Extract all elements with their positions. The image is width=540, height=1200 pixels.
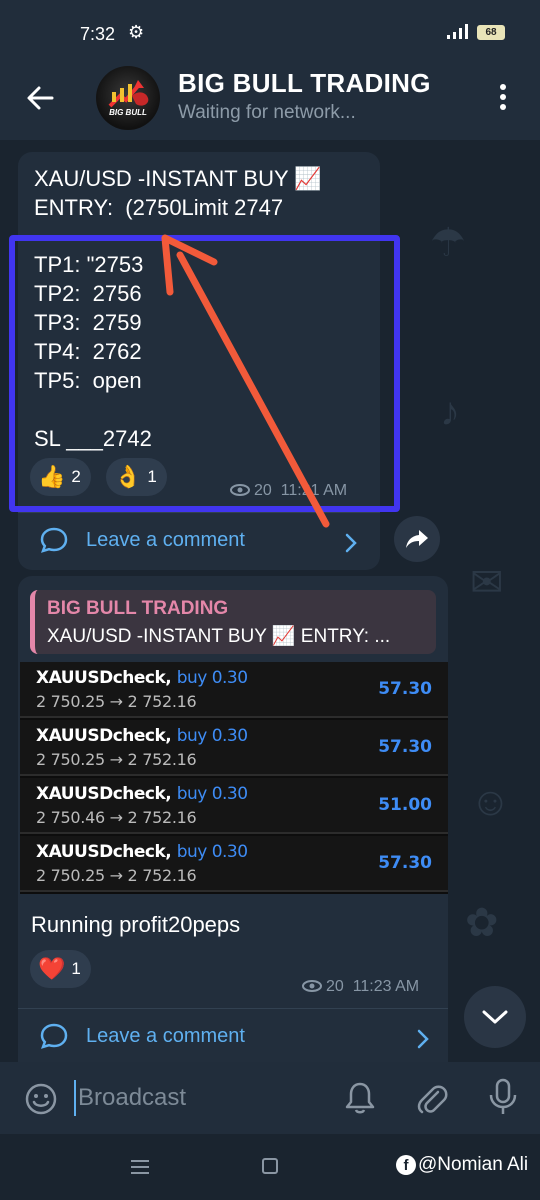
divider	[18, 1008, 448, 1009]
trade-prices: 2 750.46 → 2 752.16	[36, 808, 197, 827]
home-button-icon[interactable]	[262, 1158, 278, 1174]
trade-profit: 51.00	[378, 795, 432, 815]
reply-quote[interactable]: BIG BULL TRADING XAU/USD -INSTANT BUY 📈 …	[30, 590, 436, 654]
message-meta: 20 11:23 AM	[302, 978, 419, 996]
trade-side: buy 0.30	[176, 842, 248, 862]
chat-header: BIG BULL BIG BULL TRADING Waiting for ne…	[0, 58, 540, 140]
divider	[18, 512, 380, 513]
doodle-icon: ✿	[465, 901, 499, 945]
watermark: f @Nomian Ali	[396, 1154, 528, 1176]
attach-icon[interactable]	[414, 1080, 448, 1116]
highlight-box-annotation	[9, 235, 400, 512]
trades-screenshot[interactable]: XAUUSDcheck, buy 0.30 2 750.25 → 2 752.1…	[20, 662, 448, 894]
scroll-down-button[interactable]	[464, 986, 526, 1048]
chevron-right-icon	[345, 533, 357, 553]
bell-icon[interactable]	[344, 1080, 376, 1116]
microphone-icon[interactable]	[488, 1078, 518, 1116]
trade-prices: 2 750.25 → 2 752.16	[36, 750, 197, 769]
trade-row: XAUUSDcheck, buy 0.30 2 750.25 → 2 752.1…	[20, 720, 448, 776]
trade-side: buy 0.30	[176, 726, 248, 746]
doodle-icon: ☺	[470, 780, 511, 824]
message-entry-text: XAU/USD -INSTANT BUY 📈 ENTRY: (2750Limit…	[34, 166, 322, 220]
trade-row: XAUUSDcheck, buy 0.30 2 750.25 → 2 752.1…	[20, 836, 448, 892]
trade-symbol: XAUUSDcheck,	[36, 842, 172, 862]
status-time: 7:32	[80, 24, 116, 44]
channel-title[interactable]: BIG BULL TRADING	[178, 68, 431, 99]
trade-profit: 57.30	[378, 737, 432, 757]
facebook-icon: f	[396, 1155, 416, 1175]
reply-snippet: XAU/USD -INSTANT BUY 📈 ENTRY: ...	[47, 626, 391, 647]
status-bar: 7:32 ⚙ 68	[0, 0, 540, 58]
trade-profit: 57.30	[378, 679, 432, 699]
back-arrow-icon[interactable]	[24, 82, 56, 114]
doodle-icon: ✉	[470, 561, 504, 605]
comment-bubble-icon	[40, 1023, 68, 1049]
reaction-heart[interactable]: ❤️ 1	[30, 950, 91, 988]
avatar-text: BIG BULL	[109, 108, 147, 117]
view-count: 20	[326, 978, 344, 995]
heart-icon: ❤️	[38, 956, 66, 981]
message-bubble[interactable]: BIG BULL TRADING XAU/USD -INSTANT BUY 📈 …	[18, 576, 448, 1062]
leave-comment-label: Leave a comment	[86, 528, 245, 551]
input-bar	[0, 1062, 540, 1134]
reply-author: BIG BULL TRADING	[47, 598, 229, 619]
reaction-count: 1	[71, 959, 81, 978]
trade-side: buy 0.30	[176, 668, 248, 688]
more-options-icon[interactable]	[496, 84, 510, 114]
leave-comment-label: Leave a comment	[86, 1024, 245, 1047]
chat-area[interactable]: ☂ ♪ ✉ ☺ ✿ XAU/USD -INSTANT BUY 📈 ENTRY: …	[0, 140, 540, 1062]
chevron-right-icon	[417, 1029, 429, 1049]
bull-logo-icon	[108, 80, 149, 108]
channel-status: Waiting for network...	[178, 102, 356, 123]
broadcast-input[interactable]	[74, 1080, 324, 1116]
chevron-down-icon	[482, 1010, 508, 1024]
trade-symbol: XAUUSDcheck,	[36, 726, 172, 746]
trade-symbol: XAUUSDcheck,	[36, 668, 172, 688]
eye-icon	[302, 980, 322, 992]
trade-side: buy 0.30	[176, 784, 248, 804]
system-nav-bar: f @Nomian Ali	[0, 1134, 540, 1200]
battery-icon: 68	[477, 25, 505, 40]
message-text: Running profit20peps	[31, 912, 241, 937]
channel-avatar[interactable]: BIG BULL	[96, 66, 160, 130]
comment-bubble-icon	[40, 527, 68, 553]
leave-comment-row[interactable]: Leave a comment	[40, 526, 245, 554]
share-button[interactable]	[394, 516, 440, 562]
recent-apps-icon[interactable]	[130, 1158, 150, 1176]
settings-gear-icon: ⚙	[128, 22, 145, 42]
signal-icon	[447, 24, 468, 39]
emoji-icon[interactable]	[24, 1082, 58, 1116]
doodle-icon: ☂	[430, 221, 466, 265]
trade-prices: 2 750.25 → 2 752.16	[36, 866, 197, 885]
watermark-text: @Nomian Ali	[418, 1154, 529, 1175]
trade-profit: 57.30	[378, 853, 432, 873]
trade-row: XAUUSDcheck, buy 0.30 2 750.46 → 2 752.1…	[20, 778, 448, 834]
trade-prices: 2 750.25 → 2 752.16	[36, 692, 197, 711]
trade-symbol: XAUUSDcheck,	[36, 784, 172, 804]
trade-row: XAUUSDcheck, buy 0.30 2 750.25 → 2 752.1…	[20, 662, 448, 718]
message-time: 11:23 AM	[352, 978, 420, 995]
leave-comment-row[interactable]: Leave a comment	[40, 1022, 245, 1050]
doodle-icon: ♪	[440, 390, 460, 434]
share-arrow-icon	[406, 530, 428, 548]
